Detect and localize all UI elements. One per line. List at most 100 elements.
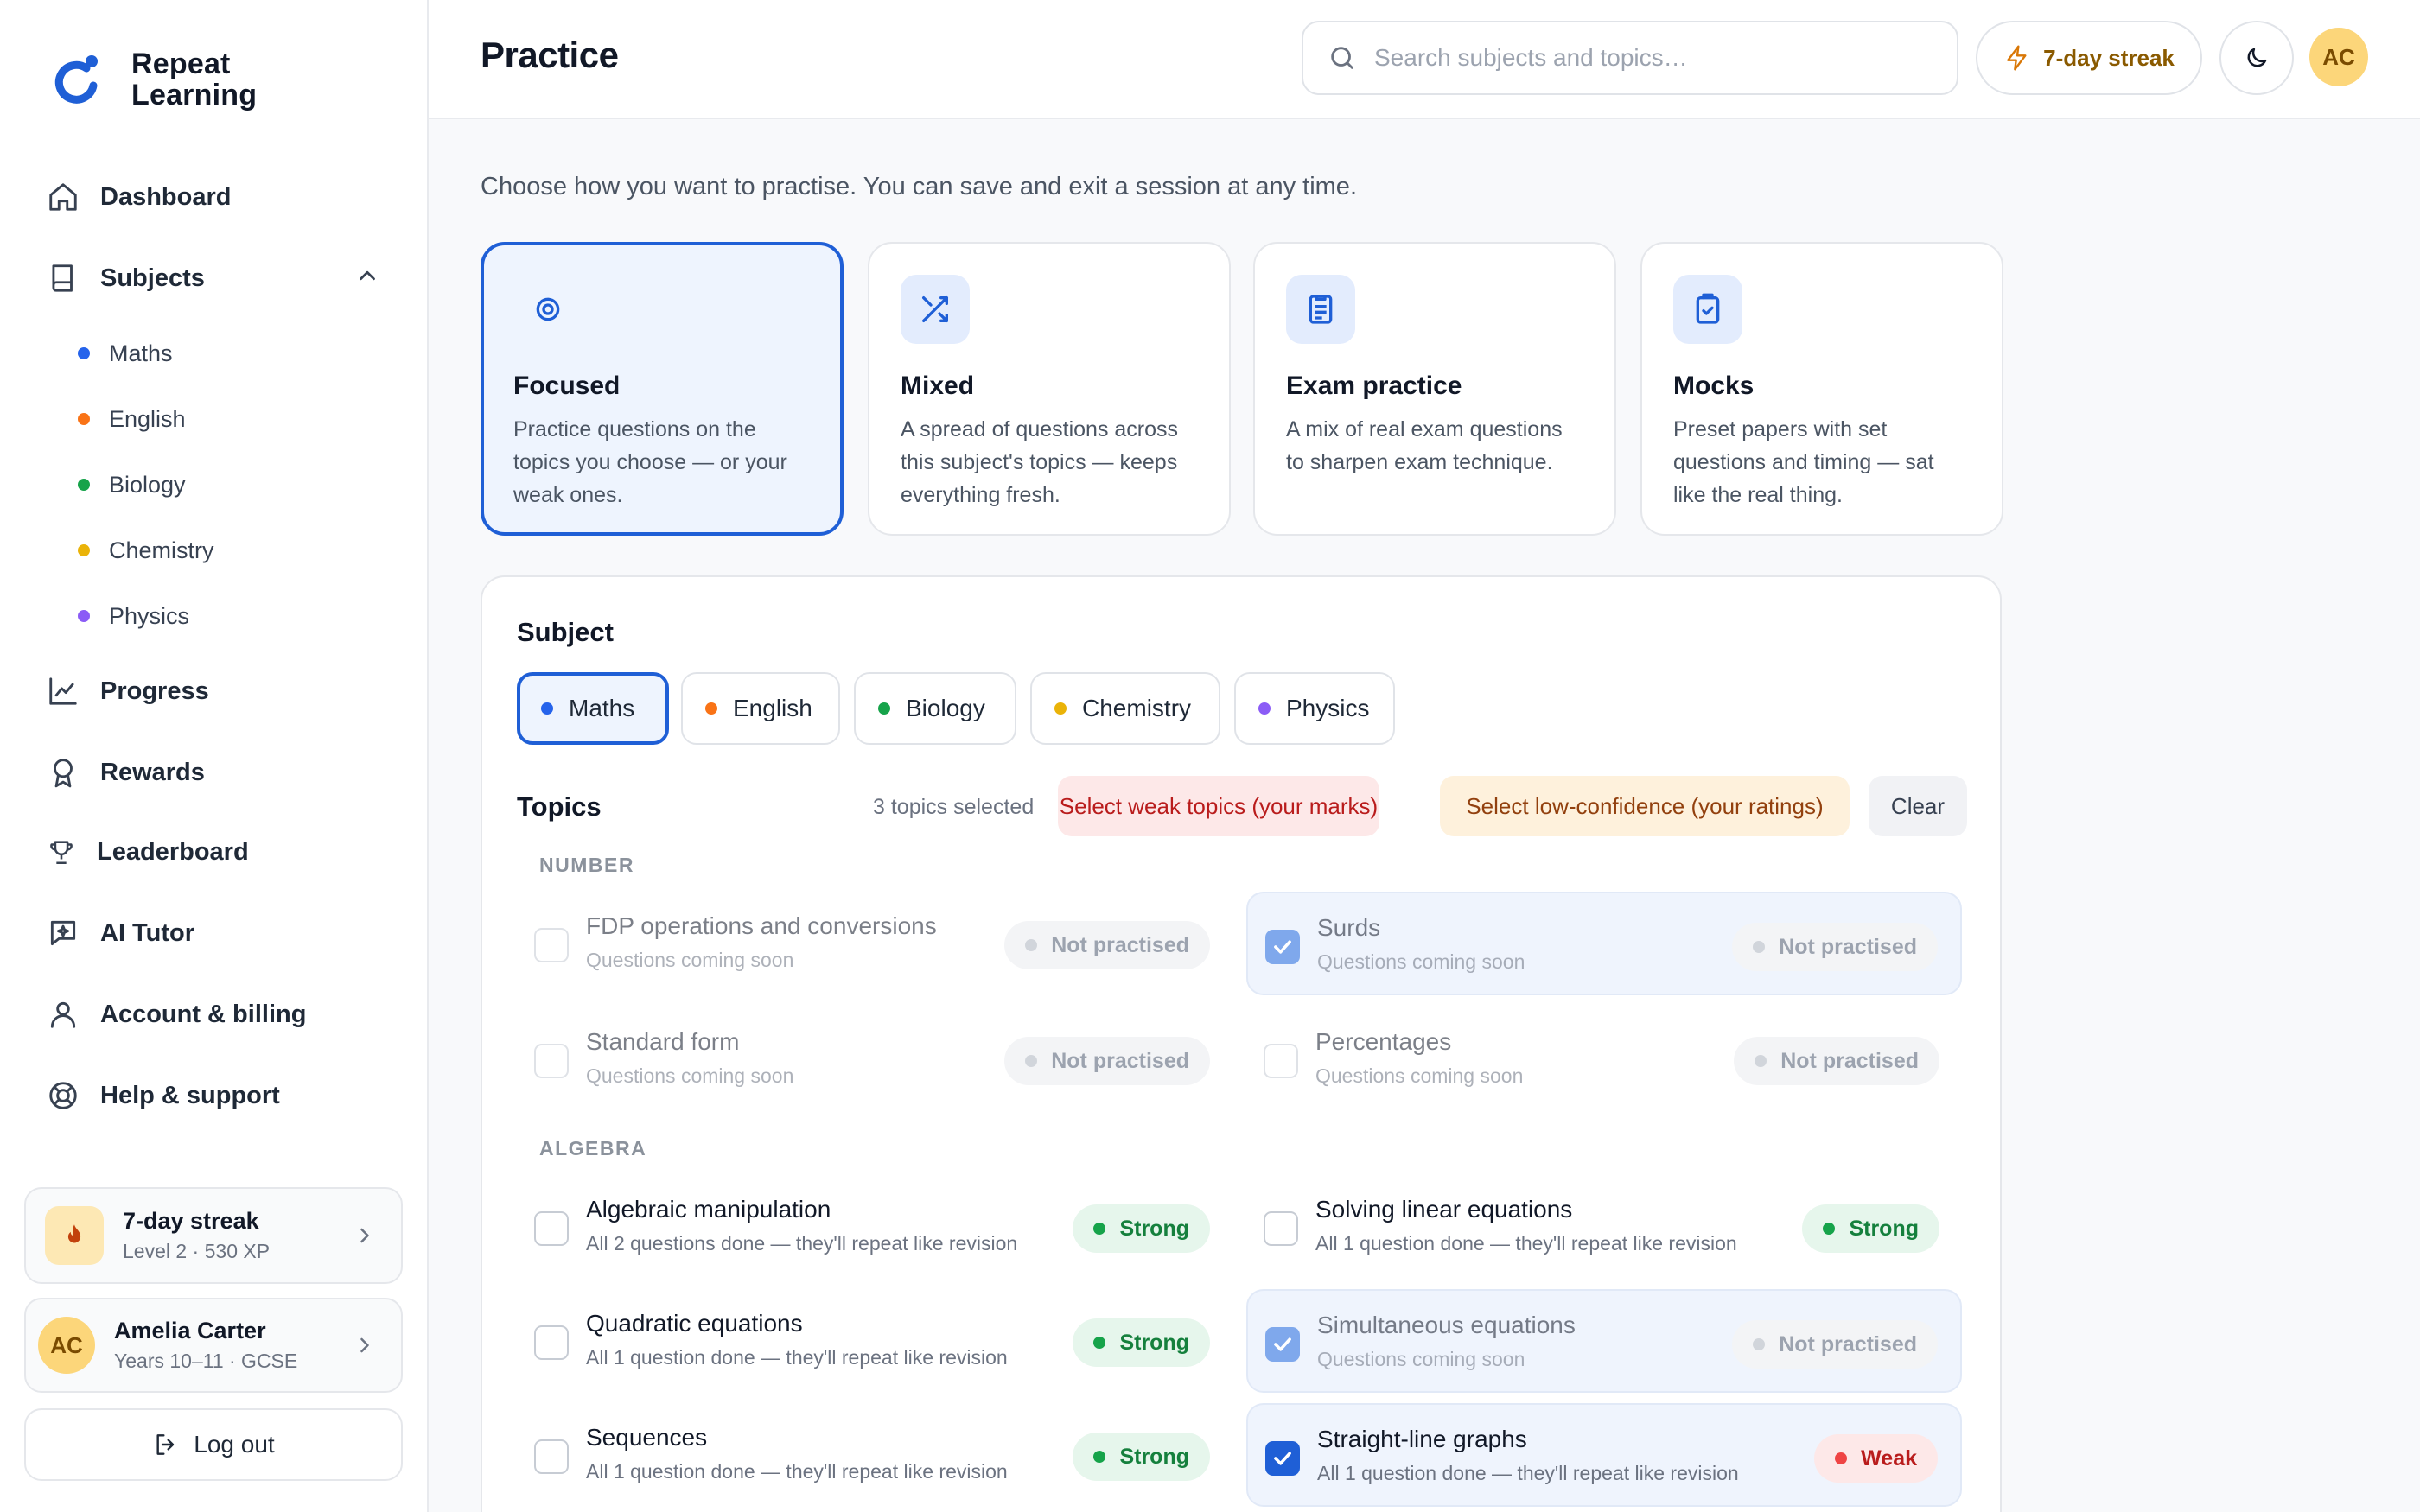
mode-description: Practice questions on the topics you cho…: [513, 417, 787, 507]
mode-title: Exam practice: [1286, 372, 1462, 400]
user-card[interactable]: AC Amelia Carter Years 10–11 · GCSE: [24, 1298, 403, 1393]
nav-ai-tutor[interactable]: AI Tutor: [47, 907, 194, 959]
mode-title: Focused: [513, 372, 621, 400]
checkmark-icon: [1274, 1337, 1291, 1351]
subject-chip-biology[interactable]: Biology: [854, 672, 1016, 745]
checkmark-icon: [1274, 1452, 1291, 1465]
mode-card-focused[interactable]: Focused Practice questions on the topics…: [481, 242, 844, 536]
streak-level: Level 2 · 530 XP: [123, 1240, 271, 1262]
topic-checkbox[interactable]: [534, 1211, 569, 1246]
home-icon: [49, 183, 77, 211]
subject-label: Subject: [517, 617, 614, 647]
topic-subtitle: Questions coming soon: [586, 949, 794, 971]
mode-description: A spread of questions across this subjec…: [901, 417, 1179, 507]
mode-card-mixed[interactable]: Mixed A spread of questions across this …: [868, 242, 1231, 536]
status-badge: Weak: [1814, 1434, 1938, 1483]
book-icon: [52, 264, 73, 292]
moon-icon: [2247, 48, 2267, 67]
search-input[interactable]: [1374, 44, 1945, 72]
logout-button[interactable]: Log out: [24, 1408, 403, 1481]
topic-checkbox[interactable]: [534, 1325, 569, 1360]
topic-name: Standard form: [586, 1028, 740, 1055]
mode-card-mocks[interactable]: Mocks Preset papers with set questions a…: [1640, 242, 2003, 536]
topics-label: Topics: [517, 791, 602, 822]
checkmark-icon: [1274, 940, 1291, 954]
topic-row[interactable]: Simultaneous equations Questions coming …: [1246, 1289, 1962, 1393]
nav-help[interactable]: Help & support: [47, 1070, 280, 1121]
nav-rewards[interactable]: Rewards: [47, 746, 205, 798]
topic-row[interactable]: Sequences All 1 question done — they'll …: [517, 1403, 1232, 1507]
subject-dot: [78, 479, 90, 491]
trophy-icon: [50, 841, 73, 865]
streak-card[interactable]: 7-day streak Level 2 · 530 XP: [24, 1187, 403, 1284]
subject-chip-physics[interactable]: Physics: [1234, 672, 1395, 745]
practice-intro: Choose how you want to practise. You can…: [481, 173, 1357, 200]
topic-checkbox[interactable]: [1265, 1327, 1300, 1362]
theme-toggle-button[interactable]: [2219, 21, 2294, 95]
status-badge: Not practised: [1732, 1320, 1938, 1369]
nav-account[interactable]: Account & billing: [47, 988, 306, 1040]
subject-chip-maths[interactable]: Maths: [517, 672, 669, 745]
topic-row[interactable]: Straight-line graphs All 1 question done…: [1246, 1403, 1962, 1507]
topic-subtitle: All 1 question done — they'll repeat lik…: [586, 1460, 1008, 1483]
sidebar-subject-maths[interactable]: Maths: [78, 332, 173, 375]
topic-checkbox[interactable]: [1264, 1044, 1298, 1078]
nav-subjects[interactable]: Subjects: [47, 252, 205, 304]
section-label-algebra: ALGEBRA: [539, 1137, 647, 1159]
subject-dot: [705, 702, 717, 715]
nav-dashboard[interactable]: Dashboard: [47, 171, 231, 223]
clear-selection-button[interactable]: Clear: [1869, 776, 1967, 836]
topic-subtitle: Questions coming soon: [1317, 950, 1525, 973]
topic-checkbox[interactable]: [534, 928, 569, 962]
topic-subtitle: Questions coming soon: [1317, 1348, 1525, 1370]
status-badge: Strong: [1802, 1204, 1939, 1253]
mode-title: Mixed: [901, 372, 975, 400]
topic-name: Percentages: [1315, 1028, 1452, 1055]
subject-chip-english[interactable]: English: [681, 672, 840, 745]
sidebar-subject-english[interactable]: English: [78, 397, 186, 441]
select-low-confidence-button[interactable]: Select low-confidence (your ratings): [1440, 776, 1850, 836]
nav-label: Dashboard: [100, 182, 232, 211]
chevron-up-icon[interactable]: [354, 263, 380, 289]
topic-row[interactable]: Surds Questions coming soon Not practise…: [1246, 892, 1962, 995]
document-icon: [1286, 275, 1355, 344]
app-name: Repeat Learning: [131, 48, 258, 111]
mode-card-exam-practice[interactable]: Exam practice A mix of real exam questio…: [1253, 242, 1616, 536]
subject-dot: [1054, 702, 1067, 715]
avatar[interactable]: AC: [2309, 28, 2368, 86]
nav-leaderboard[interactable]: Leaderboard: [47, 826, 249, 878]
status-badge: Not practised: [1734, 1037, 1939, 1085]
topic-row[interactable]: Quadratic equations All 1 question done …: [517, 1289, 1232, 1393]
streak-badge[interactable]: 7-day streak: [1976, 21, 2202, 95]
subject-dot: [78, 413, 90, 425]
sidebar-subject-physics[interactable]: Physics: [78, 594, 189, 638]
search-box[interactable]: [1302, 21, 1958, 95]
topic-row[interactable]: Standard form Questions coming soon Not …: [517, 1007, 1232, 1111]
user-name: Amelia Carter: [114, 1318, 266, 1344]
topic-subtitle: Questions coming soon: [1315, 1064, 1524, 1087]
topics-selected-count: 3 topics selected: [873, 795, 1035, 819]
topic-checkbox[interactable]: [1265, 930, 1300, 964]
subject-chip-chemistry[interactable]: Chemistry: [1030, 672, 1220, 745]
topic-row[interactable]: Percentages Questions coming soon Not pr…: [1246, 1007, 1962, 1111]
topic-row[interactable]: FDP operations and conversions Questions…: [517, 892, 1232, 995]
subject-dot: [1258, 702, 1270, 715]
sidebar-subject-biology[interactable]: Biology: [78, 463, 186, 506]
topic-row[interactable]: Solving linear equations All 1 question …: [1246, 1175, 1962, 1279]
topic-checkbox[interactable]: [534, 1439, 569, 1474]
topic-checkbox[interactable]: [1265, 1441, 1300, 1476]
award-icon: [54, 759, 73, 788]
select-weak-topics-button[interactable]: Select weak topics (your marks): [1058, 776, 1379, 836]
app-logo[interactable]: Repeat Learning: [52, 48, 257, 111]
topic-checkbox[interactable]: [1264, 1211, 1298, 1246]
mode-title: Mocks: [1673, 372, 1754, 400]
lifebuoy-icon: [49, 1082, 77, 1109]
topic-name: Simultaneous equations: [1317, 1312, 1576, 1338]
nav-progress[interactable]: Progress: [47, 665, 209, 717]
topic-name: Solving linear equations: [1315, 1196, 1573, 1223]
sidebar-subject-chemistry[interactable]: Chemistry: [78, 529, 214, 572]
status-badge: Strong: [1073, 1318, 1210, 1367]
subject-dot: [78, 544, 90, 556]
topic-row[interactable]: Algebraic manipulation All 2 questions d…: [517, 1175, 1232, 1279]
topic-checkbox[interactable]: [534, 1044, 569, 1078]
